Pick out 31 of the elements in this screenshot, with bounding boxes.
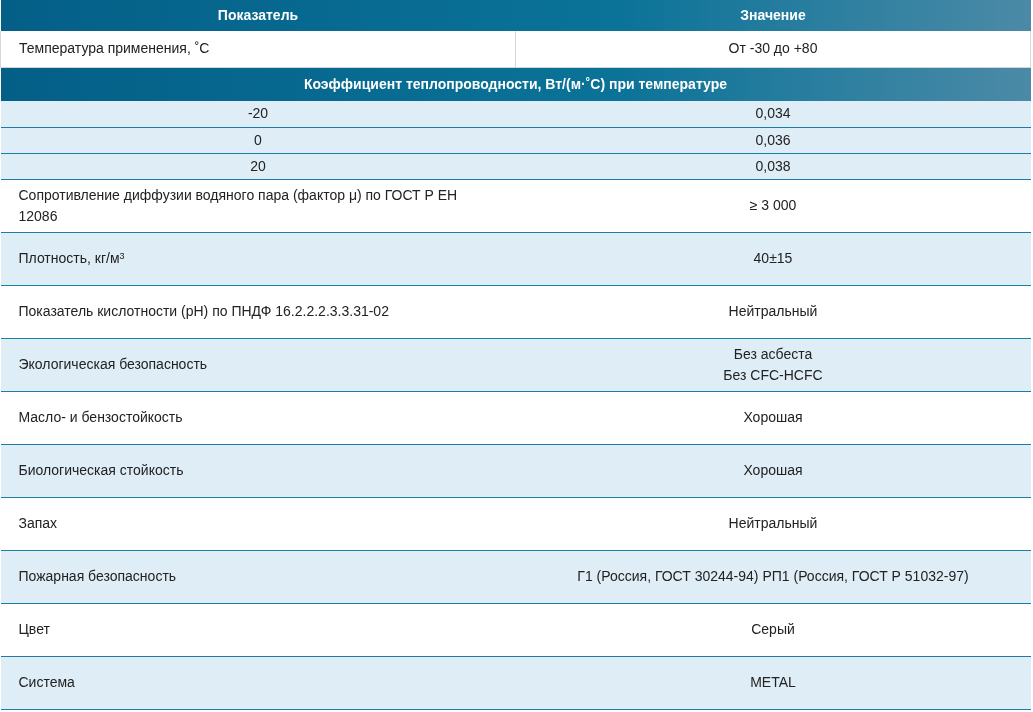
parameter-name: Температура применения, ˚С xyxy=(0,31,516,67)
parameter-name: Пожарная безопасность xyxy=(0,550,516,603)
parameter-value: 40±15 xyxy=(752,249,794,268)
parameter-value: Без CFC-HCFC xyxy=(722,365,824,385)
parameter-name: Система xyxy=(0,656,516,709)
conductivity-value: 0,034 xyxy=(515,101,1031,127)
parameter-value: ≥ 3 000 xyxy=(748,196,798,215)
parameter-value: Хорошая xyxy=(742,408,804,427)
parameter-name: Запах xyxy=(0,497,516,550)
parameter-value: METAL xyxy=(749,673,797,692)
parameter-value: От -30 до +80 xyxy=(515,31,1031,67)
parameter-value: Нейтральный xyxy=(727,302,819,321)
parameter-name: Цвет xyxy=(0,603,516,656)
parameter-name: Экологическая безопасность xyxy=(0,338,516,391)
temperature-cell: 20 xyxy=(0,153,516,179)
parameter-value: Хорошая xyxy=(742,461,804,480)
parameter-name: Биологическая стойкость xyxy=(0,444,516,497)
parameter-name: Сопротивление диффузии водяного пара (фактор μ) по ГОСТ Р ЕН 12086 xyxy=(0,179,516,232)
parameter-value: Нейтральный xyxy=(727,514,819,533)
parameter-name: Показатель кислотности (рН) по ПНДФ 16.2.2.2.3.3.31-02 xyxy=(0,285,516,338)
conductivity-value: 0,036 xyxy=(515,127,1031,153)
column-header: Показатель xyxy=(0,0,516,31)
column-header: Значение xyxy=(515,0,1031,31)
parameter-name: Плотность, кг/м$^{3}$ xyxy=(0,232,516,285)
parameter-value: Серый xyxy=(750,620,796,639)
parameter-name: Масло- и бензостойкость xyxy=(0,391,516,444)
temperature-cell: -20 xyxy=(0,101,516,127)
conductivity-value: 0,038 xyxy=(515,153,1031,179)
parameter-value: Без асбеста xyxy=(732,344,814,364)
temperature-cell: 0 xyxy=(0,127,516,153)
parameter-value: Г1 (Россия, ГОСТ 30244-94) РП1 (Россия, ГОСТ Р 51032-97) xyxy=(576,567,970,586)
